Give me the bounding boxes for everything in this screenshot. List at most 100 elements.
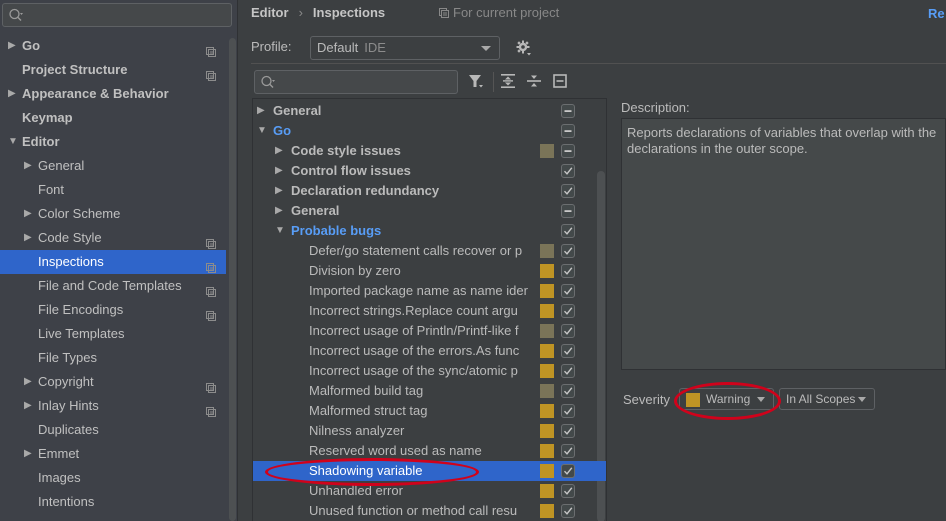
warning-severity-swatch — [540, 504, 554, 518]
sidebar-item-label: Keymap — [22, 110, 73, 125]
enabled-checkbox[interactable] — [561, 364, 575, 378]
enabled-checkbox[interactable] — [561, 164, 575, 178]
inspection-group[interactable]: ▶ Control flow issues — [253, 161, 606, 181]
sidebar-item-emmet[interactable]: ▶ Emmet — [0, 442, 226, 466]
sidebar-item-keymap[interactable]: Keymap — [0, 106, 226, 130]
inspection-group[interactable]: ▶ Declaration redundancy — [253, 181, 606, 201]
inspection-item[interactable]: Incorrect usage of the errors.As func — [253, 341, 606, 361]
collapsed-arrow-icon[interactable]: ▶ — [275, 161, 283, 181]
collapsed-arrow-icon[interactable]: ▶ — [275, 201, 283, 221]
inspection-item[interactable]: Shadowing variable — [253, 461, 606, 481]
inspection-item[interactable]: Malformed struct tag — [253, 401, 606, 421]
inspection-group[interactable]: ▶ General — [253, 201, 606, 221]
reset-icon[interactable] — [552, 73, 568, 89]
enabled-checkbox[interactable] — [561, 444, 575, 458]
inspection-item[interactable]: Unhandled error — [253, 481, 606, 501]
collapsed-arrow-icon[interactable]: ▶ — [24, 370, 32, 394]
enabled-checkbox[interactable] — [561, 304, 575, 318]
scope-dropdown[interactable]: In All Scopes — [779, 388, 875, 410]
collapse-all-icon[interactable] — [526, 73, 542, 89]
collapsed-arrow-icon[interactable]: ▶ — [24, 154, 32, 178]
reset-link[interactable]: Re — [928, 6, 945, 21]
inspection-item[interactable]: Malformed build tag — [253, 381, 606, 401]
sidebar-item-file-and-code-templates[interactable]: File and Code Templates — [0, 274, 226, 298]
inspection-item[interactable]: Nilness analyzer — [253, 421, 606, 441]
enabled-checkbox[interactable] — [561, 264, 575, 278]
inspection-item[interactable]: Incorrect usage of the sync/atomic p — [253, 361, 606, 381]
sidebar-item-file-encodings[interactable]: File Encodings — [0, 298, 226, 322]
enabled-checkbox[interactable] — [561, 244, 575, 258]
enabled-checkbox[interactable] — [561, 224, 575, 238]
collapsed-arrow-icon[interactable]: ▶ — [24, 394, 32, 418]
profile-value: Default — [317, 40, 359, 55]
inspection-filter-input[interactable] — [254, 70, 458, 94]
inspection-item[interactable]: Defer/go statement calls recover or p — [253, 241, 606, 261]
sidebar-item-font[interactable]: Font — [0, 178, 226, 202]
inspection-group[interactable]: ▼ Probable bugs — [253, 221, 606, 241]
sidebar-item-file-types[interactable]: File Types — [0, 346, 226, 370]
sidebar-item-general[interactable]: ▶ General — [0, 154, 226, 178]
profile-dropdown[interactable]: Default IDE — [310, 36, 500, 60]
collapsed-arrow-icon[interactable]: ▶ — [24, 442, 32, 466]
inspection-item[interactable]: Incorrect strings.Replace count argu — [253, 301, 606, 321]
breadcrumb-editor[interactable]: Editor — [251, 4, 289, 22]
sidebar-item-inspections[interactable]: Inspections — [0, 250, 226, 274]
partial-checkbox[interactable] — [561, 204, 575, 218]
sidebar-item-live-templates[interactable]: Live Templates — [0, 322, 226, 346]
inspection-group[interactable]: ▼ Go — [253, 121, 606, 141]
enabled-checkbox[interactable] — [561, 464, 575, 478]
expanded-arrow-icon[interactable]: ▼ — [275, 221, 285, 241]
partial-checkbox[interactable] — [561, 124, 575, 138]
inspection-item[interactable]: Division by zero — [253, 261, 606, 281]
expanded-arrow-icon[interactable]: ▼ — [257, 121, 267, 141]
inspection-group[interactable]: ▶ General — [253, 101, 606, 121]
enabled-checkbox[interactable] — [561, 404, 575, 418]
sidebar-item-images[interactable]: Images — [0, 466, 226, 490]
inspections-page: Editor › Inspections For current project R… — [239, 0, 946, 521]
collapsed-arrow-icon[interactable]: ▶ — [257, 101, 265, 121]
sidebar-item-go[interactable]: ▶ Go — [0, 34, 226, 58]
filter-icon[interactable] — [468, 73, 484, 89]
partial-checkbox[interactable] — [561, 104, 575, 118]
inspection-label: Declaration redundancy — [291, 183, 440, 198]
warning-severity-swatch — [540, 404, 554, 418]
sidebar-item-project-structure[interactable]: Project Structure — [0, 58, 226, 82]
sidebar-item-color-scheme[interactable]: ▶ Color Scheme — [0, 202, 226, 226]
inspection-item[interactable]: Reserved word used as name — [253, 441, 606, 461]
enabled-checkbox[interactable] — [561, 344, 575, 358]
collapsed-arrow-icon[interactable]: ▶ — [24, 202, 32, 226]
partial-checkbox[interactable] — [561, 144, 575, 158]
sidebar-item-duplicates[interactable]: Duplicates — [0, 418, 226, 442]
severity-dropdown[interactable]: Warning — [679, 388, 774, 410]
settings-search-input[interactable] — [2, 3, 232, 27]
sidebar-item-code-style[interactable]: ▶ Code Style — [0, 226, 226, 250]
enabled-checkbox[interactable] — [561, 384, 575, 398]
collapsed-arrow-icon[interactable]: ▶ — [8, 82, 16, 106]
enabled-checkbox[interactable] — [561, 424, 575, 438]
collapsed-arrow-icon[interactable]: ▶ — [275, 181, 283, 201]
expand-all-icon[interactable] — [500, 73, 516, 89]
sidebar-scrollbar[interactable] — [229, 38, 236, 521]
enabled-checkbox[interactable] — [561, 484, 575, 498]
inspection-item[interactable]: Incorrect usage of Println/Printf-like f — [253, 321, 606, 341]
severity-value: Warning — [706, 392, 751, 406]
sidebar-item-editor[interactable]: ▼ Editor — [0, 130, 226, 154]
gear-icon[interactable] — [516, 40, 532, 56]
sidebar-item-intentions[interactable]: Intentions — [0, 490, 226, 514]
collapsed-arrow-icon[interactable]: ▶ — [24, 226, 32, 250]
expanded-arrow-icon[interactable]: ▼ — [8, 130, 18, 154]
enabled-checkbox[interactable] — [561, 184, 575, 198]
enabled-checkbox[interactable] — [561, 284, 575, 298]
inspection-item[interactable]: Unused function or method call resu — [253, 501, 606, 521]
inspection-group[interactable]: ▶ Code style issues — [253, 141, 606, 161]
project-scope-icon — [206, 257, 216, 273]
sidebar-item-appearance-behavior[interactable]: ▶ Appearance & Behavior — [0, 82, 226, 106]
sidebar-item-inlay-hints[interactable]: ▶ Inlay Hints — [0, 394, 226, 418]
collapsed-arrow-icon[interactable]: ▶ — [8, 34, 16, 58]
inspection-item[interactable]: Imported package name as name ider — [253, 281, 606, 301]
enabled-checkbox[interactable] — [561, 504, 575, 518]
sidebar-item-copyright[interactable]: ▶ Copyright — [0, 370, 226, 394]
weak-warning-severity-swatch — [540, 144, 554, 158]
collapsed-arrow-icon[interactable]: ▶ — [275, 141, 283, 161]
enabled-checkbox[interactable] — [561, 324, 575, 338]
